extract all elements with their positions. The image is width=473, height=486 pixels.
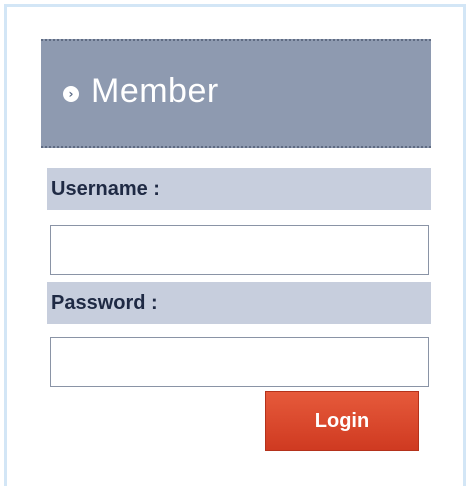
password-input[interactable]	[50, 337, 429, 387]
username-input[interactable]	[50, 225, 429, 275]
username-label: Username :	[51, 177, 160, 200]
username-label-bar: Username :	[47, 168, 431, 210]
member-panel-header: › Member	[41, 39, 431, 148]
password-label-bar: Password :	[47, 282, 431, 324]
login-button[interactable]: Login	[265, 391, 419, 451]
panel-title: Member	[91, 72, 219, 110]
password-label: Password :	[51, 291, 158, 314]
chevron-right-icon: ›	[63, 85, 79, 102]
